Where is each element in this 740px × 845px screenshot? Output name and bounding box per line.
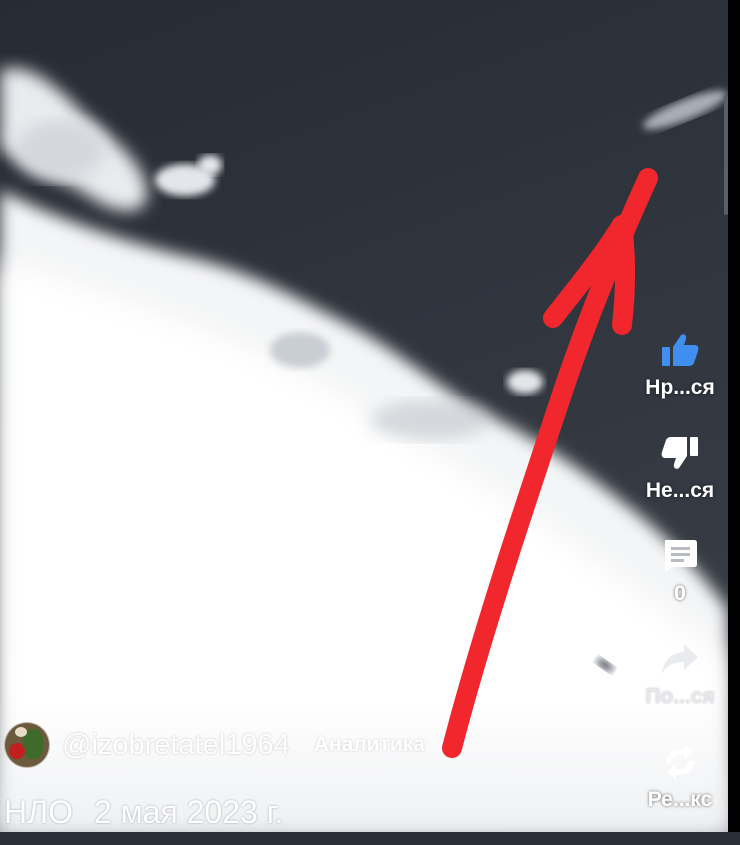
dislike-button[interactable]: Не...ся <box>646 433 714 536</box>
video-player[interactable]: @izobretatel1964 Аналитика НЛО 2 мая 202… <box>0 0 728 832</box>
remix-label: Ре...кс <box>647 788 713 811</box>
remix-button[interactable]: Ре...кс <box>647 742 713 845</box>
like-label: Нр...ся <box>645 376 715 399</box>
video-title-row: НЛО 2 мая 2023 г. <box>4 794 283 831</box>
comments-button[interactable]: 0 <box>660 536 700 639</box>
action-rail: Нр...ся Не...ся 0 По...ся Ре...кс <box>632 330 728 845</box>
dislike-label: Не...ся <box>645 479 715 502</box>
comment-icon <box>660 536 700 576</box>
channel-handle[interactable]: @izobretatel1964 <box>62 729 290 762</box>
thumbs-down-icon <box>660 433 700 473</box>
share-label: По...ся <box>645 685 715 708</box>
like-button[interactable]: Нр...ся <box>645 330 715 433</box>
remix-icon <box>660 742 700 782</box>
share-button[interactable]: По...ся <box>645 639 715 742</box>
channel-row: @izobretatel1964 Аналитика <box>4 722 425 768</box>
channel-avatar[interactable] <box>4 722 50 768</box>
scroll-indicator <box>724 95 728 215</box>
analytics-link[interactable]: Аналитика <box>314 733 425 757</box>
comments-count: 0 <box>674 582 686 605</box>
share-arrow-icon <box>660 639 700 679</box>
video-date: 2 мая 2023 г. <box>93 794 284 830</box>
video-title: НЛО <box>4 794 73 830</box>
thumbs-up-icon <box>660 330 700 370</box>
screen-edge <box>728 0 740 832</box>
